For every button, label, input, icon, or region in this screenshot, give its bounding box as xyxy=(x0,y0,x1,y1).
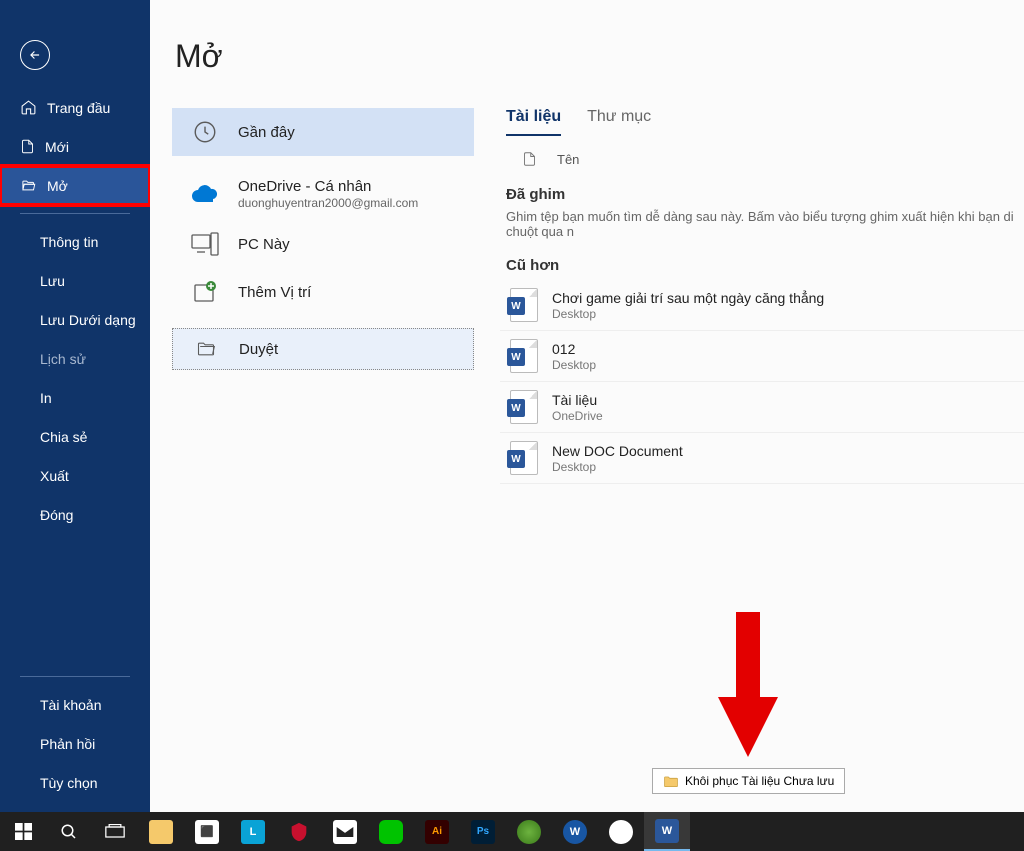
taskbar-app-mail[interactable] xyxy=(322,812,368,851)
nav-saveas[interactable]: Lưu Dưới dạng xyxy=(0,300,150,339)
location-thispc-label: PC Này xyxy=(238,236,290,253)
taskbar-app-line[interactable] xyxy=(368,812,414,851)
backstage-sidebar: Trang đầu Mới Mở Thông tin Lưu Lưu Dưới … xyxy=(0,0,150,812)
location-recent[interactable]: Gần đây xyxy=(172,108,474,156)
back-button[interactable] xyxy=(20,40,50,70)
annotation-arrow xyxy=(708,612,788,762)
location-browse[interactable]: Duyệt xyxy=(172,328,474,370)
nav-save[interactable]: Lưu xyxy=(0,261,150,300)
nav-separator xyxy=(20,676,130,677)
folder-icon xyxy=(193,339,219,359)
file-name: New DOC Document xyxy=(552,443,683,459)
windows-icon xyxy=(15,823,32,840)
tab-documents[interactable]: Tài liệu xyxy=(506,108,561,136)
file-row[interactable]: W New DOC DocumentDesktop xyxy=(500,433,1024,484)
clock-icon xyxy=(192,119,218,145)
cloud-icon xyxy=(190,184,220,204)
section-pinned: Đã ghim xyxy=(506,186,1024,203)
taskbar-app-mcafee[interactable] xyxy=(276,812,322,851)
taskbar-app-wps[interactable]: W xyxy=(552,812,598,851)
location-onedrive[interactable]: OneDrive - Cá nhân duonghuyentran2000@gm… xyxy=(172,168,474,220)
start-button[interactable] xyxy=(0,812,46,851)
taskbar-app-ai[interactable]: Ai xyxy=(414,812,460,851)
location-addplace-label: Thêm Vị trí xyxy=(238,284,311,301)
add-place-icon xyxy=(192,279,218,305)
taskview-button[interactable] xyxy=(92,812,138,851)
file-location: OneDrive xyxy=(552,409,603,423)
file-location: Desktop xyxy=(552,460,683,474)
nav-feedback[interactable]: Phản hồi xyxy=(0,724,150,763)
file-name: 012 xyxy=(552,341,596,357)
nav-open[interactable]: Mở xyxy=(0,166,150,205)
file-row[interactable]: W Tài liệuOneDrive xyxy=(500,382,1024,433)
column-name-label: Tên xyxy=(557,152,579,167)
word-doc-icon: W xyxy=(510,441,538,475)
file-row[interactable]: W Chơi game giải trí sau một ngày căng t… xyxy=(500,280,1024,331)
folder-icon xyxy=(663,775,679,788)
location-recent-label: Gần đây xyxy=(238,124,295,141)
taskbar: ⬛ L Ai Ps W ✂ W xyxy=(0,812,1024,851)
nav-new-label: Mới xyxy=(45,139,69,155)
location-list: Gần đây OneDrive - Cá nhân duonghuyentra… xyxy=(172,108,474,370)
location-browse-label: Duyệt xyxy=(239,341,278,358)
nav-new[interactable]: Mới xyxy=(0,127,150,166)
page-title: Mở xyxy=(150,0,1024,93)
location-onedrive-title: OneDrive - Cá nhân xyxy=(238,178,418,195)
taskbar-app-coccoc[interactable] xyxy=(506,812,552,851)
recover-button-label: Khôi phục Tài liệu Chưa lưu xyxy=(685,774,834,788)
taskview-icon xyxy=(105,824,125,840)
taskbar-app-store[interactable]: ⬛ xyxy=(184,812,230,851)
content-panel: Tài liệu Thư mục Tên Đã ghim Ghim tệp bạ… xyxy=(500,108,1024,812)
nav-info[interactable]: Thông tin xyxy=(0,222,150,261)
document-icon xyxy=(522,150,537,168)
nav-export[interactable]: Xuất xyxy=(0,456,150,495)
search-icon xyxy=(60,823,78,841)
word-doc-icon: W xyxy=(510,390,538,424)
nav-home-label: Trang đầu xyxy=(47,100,110,116)
arrow-left-icon xyxy=(28,48,42,62)
search-button[interactable] xyxy=(46,812,92,851)
taskbar-app-explorer[interactable] xyxy=(138,812,184,851)
pinned-help-text: Ghim tệp bạn muốn tìm dễ dàng sau này. B… xyxy=(506,209,1024,239)
word-doc-icon: W xyxy=(510,339,538,373)
section-older: Cũ hơn xyxy=(506,257,1024,274)
nav-home[interactable]: Trang đầu xyxy=(0,88,150,127)
taskbar-app-word[interactable]: W xyxy=(644,812,690,851)
location-onedrive-sub: duonghuyentran2000@gmail.com xyxy=(238,196,418,210)
taskbar-app-snip[interactable]: ✂ xyxy=(598,812,644,851)
word-doc-icon: W xyxy=(510,288,538,322)
nav-account[interactable]: Tài khoản xyxy=(0,685,150,724)
nav-close[interactable]: Đóng xyxy=(0,495,150,534)
taskbar-app-l[interactable]: L xyxy=(230,812,276,851)
file-location: Desktop xyxy=(552,358,596,372)
nav-open-label: Mở xyxy=(47,178,68,194)
column-header[interactable]: Tên xyxy=(500,150,1024,168)
folder-open-icon xyxy=(20,178,37,193)
file-row[interactable]: W 012Desktop xyxy=(500,331,1024,382)
nav-print[interactable]: In xyxy=(0,378,150,417)
nav-separator xyxy=(20,213,130,214)
recover-unsaved-button[interactable]: Khôi phục Tài liệu Chưa lưu xyxy=(652,768,845,794)
tab-folders[interactable]: Thư mục xyxy=(587,108,651,136)
location-addplace[interactable]: Thêm Vị trí xyxy=(172,268,474,316)
pc-icon xyxy=(191,232,219,256)
file-name: Tài liệu xyxy=(552,392,603,408)
home-icon xyxy=(20,99,37,116)
document-icon xyxy=(20,138,35,155)
tabs: Tài liệu Thư mục xyxy=(500,108,1024,136)
location-thispc[interactable]: PC Này xyxy=(172,220,474,268)
taskbar-app-ps[interactable]: Ps xyxy=(460,812,506,851)
nav-share[interactable]: Chia sẻ xyxy=(0,417,150,456)
nav-options[interactable]: Tùy chọn xyxy=(0,763,150,802)
file-name: Chơi game giải trí sau một ngày căng thẳ… xyxy=(552,290,824,306)
file-location: Desktop xyxy=(552,307,824,321)
nav-history[interactable]: Lịch sử xyxy=(0,339,150,378)
main-panel: Mở Gần đây OneDrive - Cá nhân duonghuyen… xyxy=(150,0,1024,812)
